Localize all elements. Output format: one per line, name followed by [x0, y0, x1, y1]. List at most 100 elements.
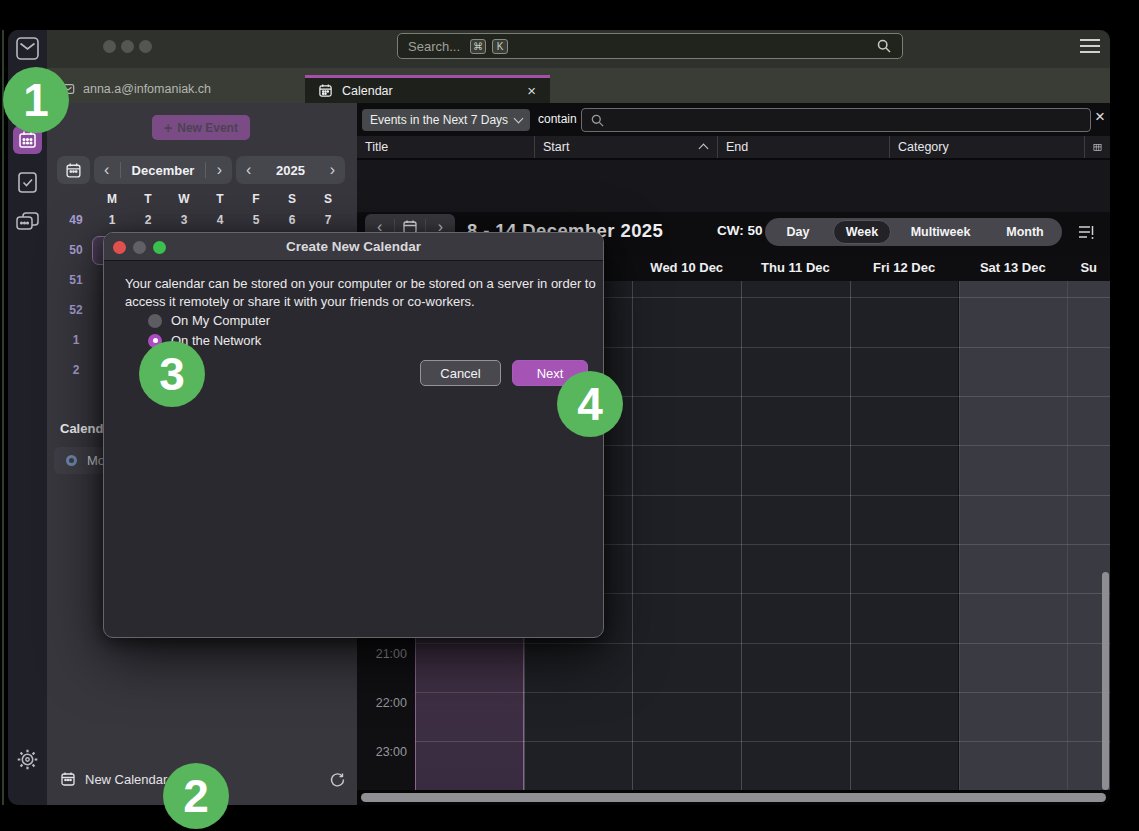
settings-gear-icon[interactable] [16, 748, 39, 771]
minical-week-number: 51 [60, 265, 92, 295]
traffic-light-zoom[interactable] [139, 40, 152, 53]
new-event-button[interactable]: + New Event [152, 115, 250, 140]
radio-icon[interactable] [148, 314, 162, 328]
global-search-input[interactable]: Search... ⌘ K [397, 33, 903, 59]
vertical-scrollbar-thumb[interactable] [1102, 572, 1109, 790]
spaces-rail [8, 30, 47, 805]
create-new-calendar-dialog: Create New Calendar Your calendar can be… [103, 232, 604, 638]
event-filter-dropdown[interactable]: Events in the Next 7 Days [362, 109, 530, 131]
minical-day[interactable]: 3 [166, 205, 202, 235]
day-column[interactable] [741, 281, 850, 790]
minical-day[interactable]: 6 [274, 205, 310, 235]
time-label: 23:00 [357, 745, 407, 759]
column-header-end[interactable]: End [718, 136, 890, 158]
step-annotation-3: 3 [139, 341, 205, 407]
view-switcher: DayWeekMultiweekMonth [765, 218, 1062, 246]
minical-month-nav: ‹ December › [94, 156, 232, 184]
new-calendar-button[interactable]: New Calendar… [60, 771, 180, 787]
radio-on-my-computer[interactable]: On My Computer [148, 313, 270, 328]
event-list-area [357, 160, 1110, 212]
column-gridline [741, 281, 742, 790]
time-label: 22:00 [357, 696, 407, 710]
day-header: Wed 10 Dec [632, 260, 741, 275]
column-header-title[interactable]: Title [357, 136, 535, 158]
tab-close-icon[interactable]: × [527, 82, 536, 99]
calendar-week-label: CW: 50 [717, 223, 763, 238]
prev-year-icon[interactable]: ‹ [246, 162, 251, 178]
search-icon [590, 113, 605, 128]
minical-date-picker-button[interactable] [57, 156, 90, 184]
next-month-icon[interactable]: › [217, 162, 222, 178]
search-icon [876, 38, 892, 54]
top-toolbar: Search... ⌘ K [47, 30, 1110, 68]
minical-month-label[interactable]: December [132, 163, 195, 178]
minical-year-nav: ‹ 2025 › [236, 156, 345, 184]
agenda-view-icon[interactable] [1076, 222, 1096, 242]
desktop-edge [2, 30, 4, 805]
cmd-key-badge: ⌘ [470, 39, 486, 54]
next-year-icon[interactable]: › [330, 162, 335, 178]
calendar-icon [60, 771, 76, 787]
contain-label: contain [538, 112, 577, 126]
dialog-titlebar: Create New Calendar [104, 233, 603, 261]
app-menu-icon[interactable] [1080, 39, 1100, 53]
minical-day[interactable]: 7 [310, 205, 346, 235]
view-button-week[interactable]: Week [831, 218, 893, 246]
step-annotation-4: 4 [557, 371, 623, 437]
minical-week-number: 49 [60, 205, 92, 235]
tasks-space-icon[interactable] [16, 170, 39, 195]
plus-icon: + [164, 120, 172, 136]
traffic-light-minimize[interactable] [121, 40, 134, 53]
mail-space-icon[interactable] [14, 35, 41, 62]
minical-week-number: 2 [60, 355, 92, 385]
tab-label: anna.a@infomaniak.ch [83, 82, 211, 96]
chevron-down-icon [514, 113, 524, 123]
day-header: Fri 12 Dec [850, 260, 959, 275]
hour-gridline [415, 692, 1110, 693]
minical-week-number: 52 [60, 295, 92, 325]
cancel-button[interactable]: Cancel [420, 360, 501, 386]
day-column[interactable] [959, 281, 1068, 790]
column-picker-icon[interactable] [1085, 136, 1110, 158]
minical-day[interactable]: 2 [130, 205, 166, 235]
dialog-title: Create New Calendar [104, 239, 603, 254]
tab-calendar[interactable]: Calendar × [305, 75, 550, 103]
minical-weekday: T [202, 192, 238, 206]
minical-day[interactable]: 4 [202, 205, 238, 235]
search-placeholder: Search... [408, 39, 460, 54]
view-button-month[interactable]: Month [988, 218, 1062, 246]
calendar-color-ring[interactable] [66, 455, 77, 466]
hour-gridline [415, 643, 1110, 644]
column-gridline [959, 281, 960, 790]
dialog-body-text: access it remotely or share it with your… [125, 294, 475, 309]
minical-day[interactable]: 1 [94, 205, 130, 235]
sync-icon[interactable] [329, 771, 346, 788]
column-header-category[interactable]: Category [890, 136, 1085, 158]
day-column[interactable] [850, 281, 959, 790]
calendar-icon [318, 83, 333, 98]
day-header: Su [1067, 260, 1110, 275]
column-header-start[interactable]: Start [535, 136, 718, 158]
minical-year-label[interactable]: 2025 [276, 163, 305, 178]
column-gridline [1067, 281, 1068, 790]
day-header: Thu 11 Dec [741, 260, 850, 275]
chat-space-icon[interactable] [14, 210, 41, 235]
prev-month-icon[interactable]: ‹ [104, 162, 109, 178]
minical-weekday: T [130, 192, 166, 206]
view-button-multiweek[interactable]: Multiweek [893, 218, 988, 246]
tab-bar: anna.a@infomaniak.ch Calendar × [47, 68, 1110, 103]
horizontal-scrollbar-thumb[interactable] [361, 793, 1106, 802]
minical-weekday: M [94, 192, 130, 206]
minical-day[interactable]: 5 [238, 205, 274, 235]
event-table-header: TitleStartEndCategory [357, 136, 1110, 160]
day-header: Sat 13 Dec [959, 260, 1068, 275]
close-filter-icon[interactable]: × [1095, 107, 1105, 127]
event-filter-bar: Events in the Next 7 Days contain × [357, 103, 1110, 136]
traffic-light-close[interactable] [103, 40, 116, 53]
column-gridline [850, 281, 851, 790]
event-search-input[interactable] [581, 108, 1091, 132]
view-button-day[interactable]: Day [765, 218, 831, 246]
minical-week-number: 1 [60, 325, 92, 355]
day-column[interactable] [632, 281, 741, 790]
tab-mail-account[interactable]: anna.a@infomaniak.ch [47, 75, 305, 103]
